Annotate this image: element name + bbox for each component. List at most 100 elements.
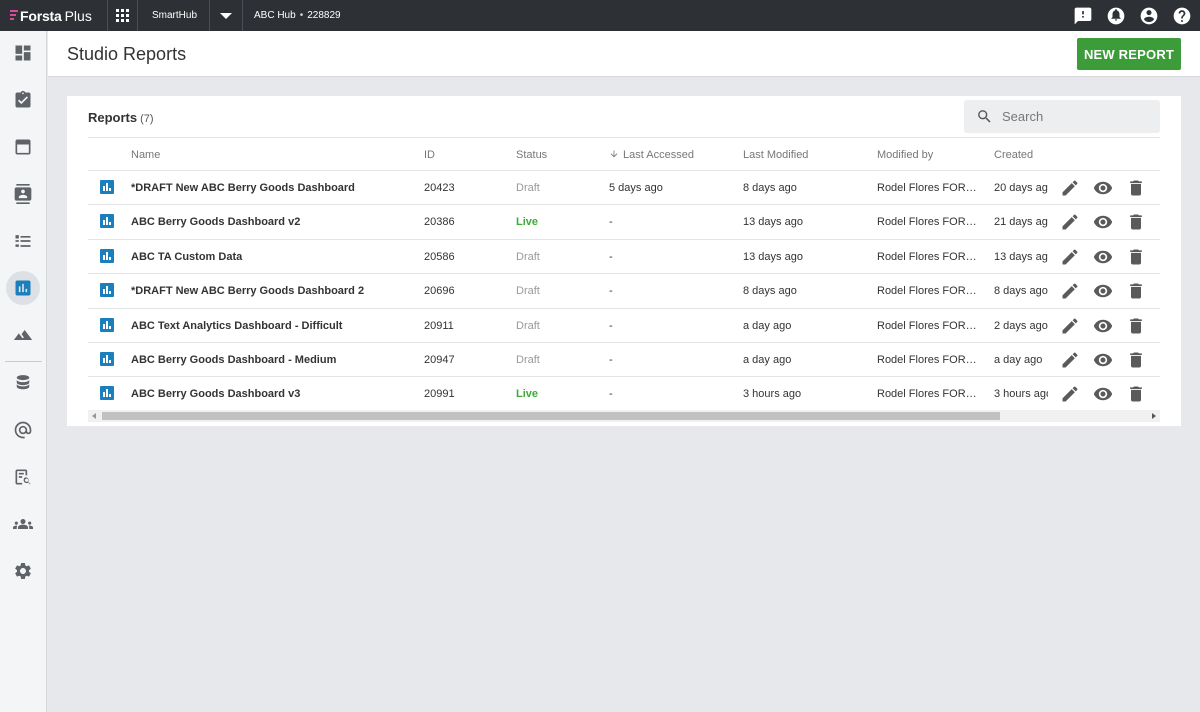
search-input[interactable] (1002, 109, 1142, 124)
column-header-last-accessed-label: Last Accessed (623, 149, 694, 161)
report-created: 3 hours ago (994, 388, 1048, 401)
report-last-accessed: - (609, 285, 613, 298)
account-icon[interactable] (1139, 6, 1159, 26)
view-icon[interactable] (1093, 384, 1113, 404)
forsta-logo[interactable]: Forsta Plus (0, 0, 108, 31)
table-row[interactable]: *DRAFT New ABC Berry Goods Dashboard 2 20… (88, 274, 1160, 309)
table-row[interactable]: ABC Berry Goods Dashboard - Medium 20947 D… (88, 343, 1160, 378)
report-name[interactable]: *DRAFT New ABC Berry Goods Dashboard (131, 182, 416, 194)
sidebar-item-distribution[interactable] (6, 413, 40, 447)
sidebar-item-users[interactable] (6, 507, 40, 541)
report-last-accessed: - (609, 388, 613, 401)
report-status: Draft (516, 319, 540, 332)
report-name[interactable]: ABC Berry Goods Dashboard - Medium (131, 354, 416, 366)
report-modified-by: Rodel Flores FORSTA (877, 182, 980, 194)
report-name[interactable]: ABC Berry Goods Dashboard v3 (131, 388, 416, 400)
project-name: ABC Hub (254, 10, 296, 21)
report-status: Draft (516, 353, 540, 366)
view-icon[interactable] (1093, 247, 1113, 267)
view-icon[interactable] (1093, 350, 1113, 370)
sidebar-item-settings[interactable] (6, 554, 40, 588)
logo-plus-text: Plus (64, 7, 92, 24)
report-last-accessed: - (609, 353, 613, 366)
edit-icon[interactable] (1060, 384, 1080, 404)
edit-icon[interactable] (1060, 212, 1080, 232)
edit-icon[interactable] (1060, 316, 1080, 336)
scroll-left-arrow-icon[interactable] (92, 413, 96, 419)
feedback-icon[interactable] (1073, 6, 1093, 26)
report-id: 20911 (424, 319, 454, 332)
page-title: Studio Reports (67, 44, 187, 64)
view-icon[interactable] (1093, 212, 1113, 232)
edit-icon[interactable] (1060, 178, 1080, 198)
column-header-last-modified[interactable]: Last Modified (743, 149, 808, 161)
report-last-modified: 8 days ago (743, 285, 797, 298)
sidebar-item-contacts[interactable] (6, 177, 40, 211)
delete-icon[interactable] (1126, 384, 1146, 404)
report-chart-icon (100, 283, 114, 298)
database-icon (16, 375, 30, 390)
search-icon (978, 110, 991, 123)
column-header-name[interactable]: Name (131, 149, 160, 161)
view-icon[interactable] (1093, 281, 1113, 301)
edit-icon[interactable] (1060, 350, 1080, 370)
view-icon[interactable] (1093, 178, 1113, 198)
scrollbar-thumb[interactable] (102, 412, 1000, 420)
surveys-icon (15, 90, 31, 108)
column-header-status[interactable]: Status (516, 149, 547, 161)
apps-grid-button[interactable] (108, 0, 138, 31)
help-icon[interactable] (1172, 6, 1192, 26)
sidebar-item-list[interactable] (6, 224, 40, 258)
sidebar-item-analytics[interactable] (6, 318, 40, 352)
table-row[interactable]: ABC Berry Goods Dashboard v2 20386 Live - 13… (88, 205, 1160, 240)
hub-dropdown-button[interactable] (210, 0, 243, 31)
table-row[interactable]: ABC TA Custom Data 20586 Draft - 13 days ago… (88, 240, 1160, 275)
table-row[interactable]: ABC Text Analytics Dashboard - Difficult… (88, 309, 1160, 343)
delete-icon[interactable] (1126, 350, 1146, 370)
column-header-id[interactable]: ID (424, 149, 435, 161)
column-header-last-accessed[interactable]: Last Accessed (609, 149, 694, 161)
report-id: 20423 (424, 182, 455, 194)
scroll-right-arrow-icon[interactable] (1152, 413, 1156, 419)
hub-name[interactable]: SmartHub (138, 0, 210, 31)
sidebar-item-dashboard[interactable] (6, 36, 40, 70)
table-header: Name ID Status Last Accessed Last Modifi… (88, 137, 1160, 171)
table-row[interactable]: *DRAFT New ABC Berry Goods Dashboard 2042… (88, 171, 1160, 206)
report-name[interactable]: ABC Text Analytics Dashboard - Difficult (131, 320, 416, 332)
forsta-logo-mark (10, 10, 18, 21)
edit-icon[interactable] (1060, 247, 1080, 267)
sidebar-item-layout[interactable] (6, 130, 40, 164)
sidebar-item-database[interactable] (6, 366, 40, 400)
report-last-accessed: - (609, 250, 613, 263)
report-status: Draft (516, 182, 540, 194)
edit-icon[interactable] (1060, 281, 1080, 301)
project-breadcrumb[interactable]: ABC Hub • 228829 (243, 10, 341, 21)
sidebar-item-search-document[interactable] (6, 460, 40, 494)
column-header-created[interactable]: Created (994, 149, 1033, 161)
report-status: Draft (516, 250, 540, 263)
report-chart-icon (100, 214, 114, 229)
reports-count: (7) (140, 113, 154, 125)
column-header-modified-by[interactable]: Modified by (877, 149, 933, 161)
settings-icon (15, 563, 31, 579)
delete-icon[interactable] (1126, 212, 1146, 232)
table-row[interactable]: ABC Berry Goods Dashboard v3 20991 Live - 3 … (88, 377, 1160, 412)
horizontal-scrollbar[interactable] (88, 410, 1160, 422)
report-modified-by: Rodel Flores FORSTA (877, 250, 980, 263)
report-name[interactable]: *DRAFT New ABC Berry Goods Dashboard 2 (131, 285, 416, 297)
report-modified-by: Rodel Flores FORSTA (877, 285, 980, 298)
delete-icon[interactable] (1126, 281, 1146, 301)
report-name[interactable]: ABC TA Custom Data (131, 251, 416, 263)
delete-icon[interactable] (1126, 178, 1146, 198)
search-document-icon (15, 469, 31, 485)
view-icon[interactable] (1093, 316, 1113, 336)
notifications-icon[interactable] (1106, 6, 1126, 26)
sidebar-item-surveys[interactable] (6, 83, 40, 117)
delete-icon[interactable] (1126, 316, 1146, 336)
new-report-button[interactable]: NEW REPORT (1077, 38, 1181, 70)
delete-icon[interactable] (1126, 247, 1146, 267)
chevron-down-icon (220, 12, 232, 19)
search-box[interactable] (964, 100, 1160, 133)
report-name[interactable]: ABC Berry Goods Dashboard v2 (131, 216, 416, 228)
sidebar-item-reports[interactable] (6, 271, 40, 305)
